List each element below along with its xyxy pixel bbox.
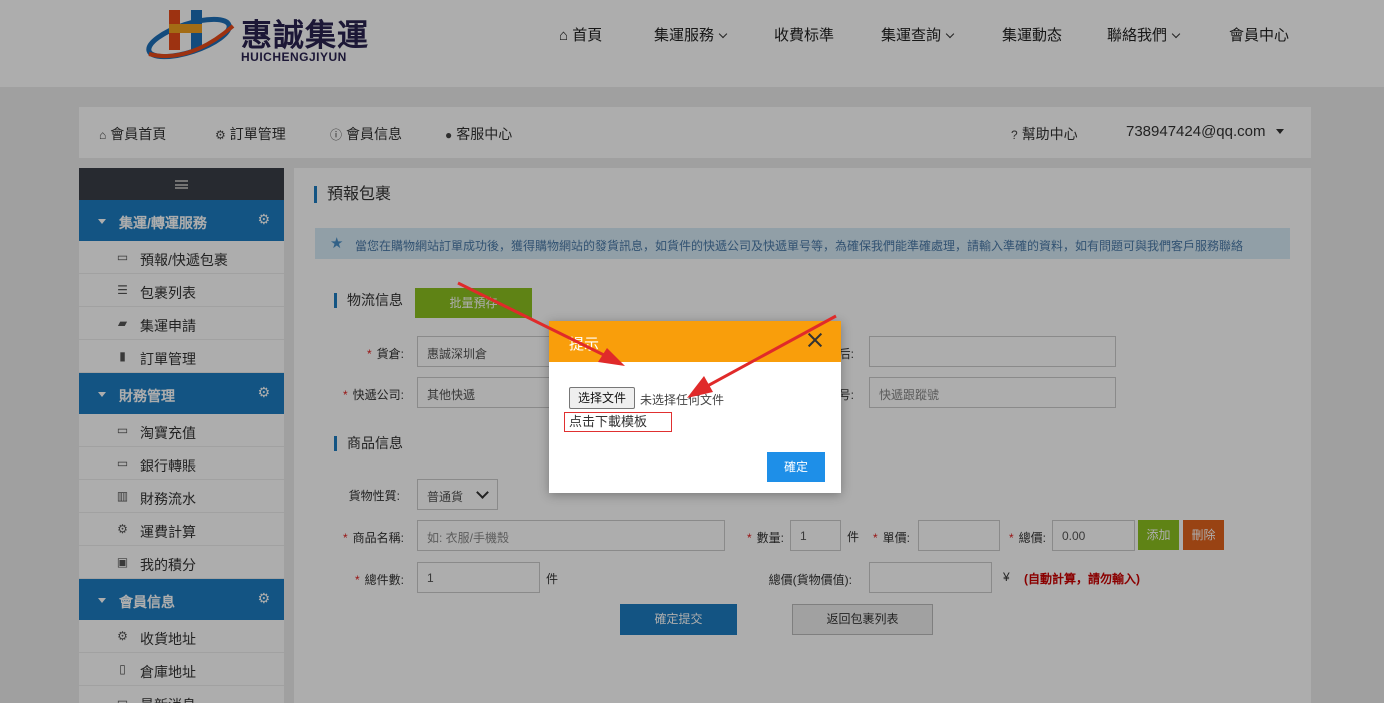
annotation-arrows [457,281,837,398]
annotation-arrow-left-icon [457,281,625,366]
annotation-arrow-right-icon [687,314,837,398]
